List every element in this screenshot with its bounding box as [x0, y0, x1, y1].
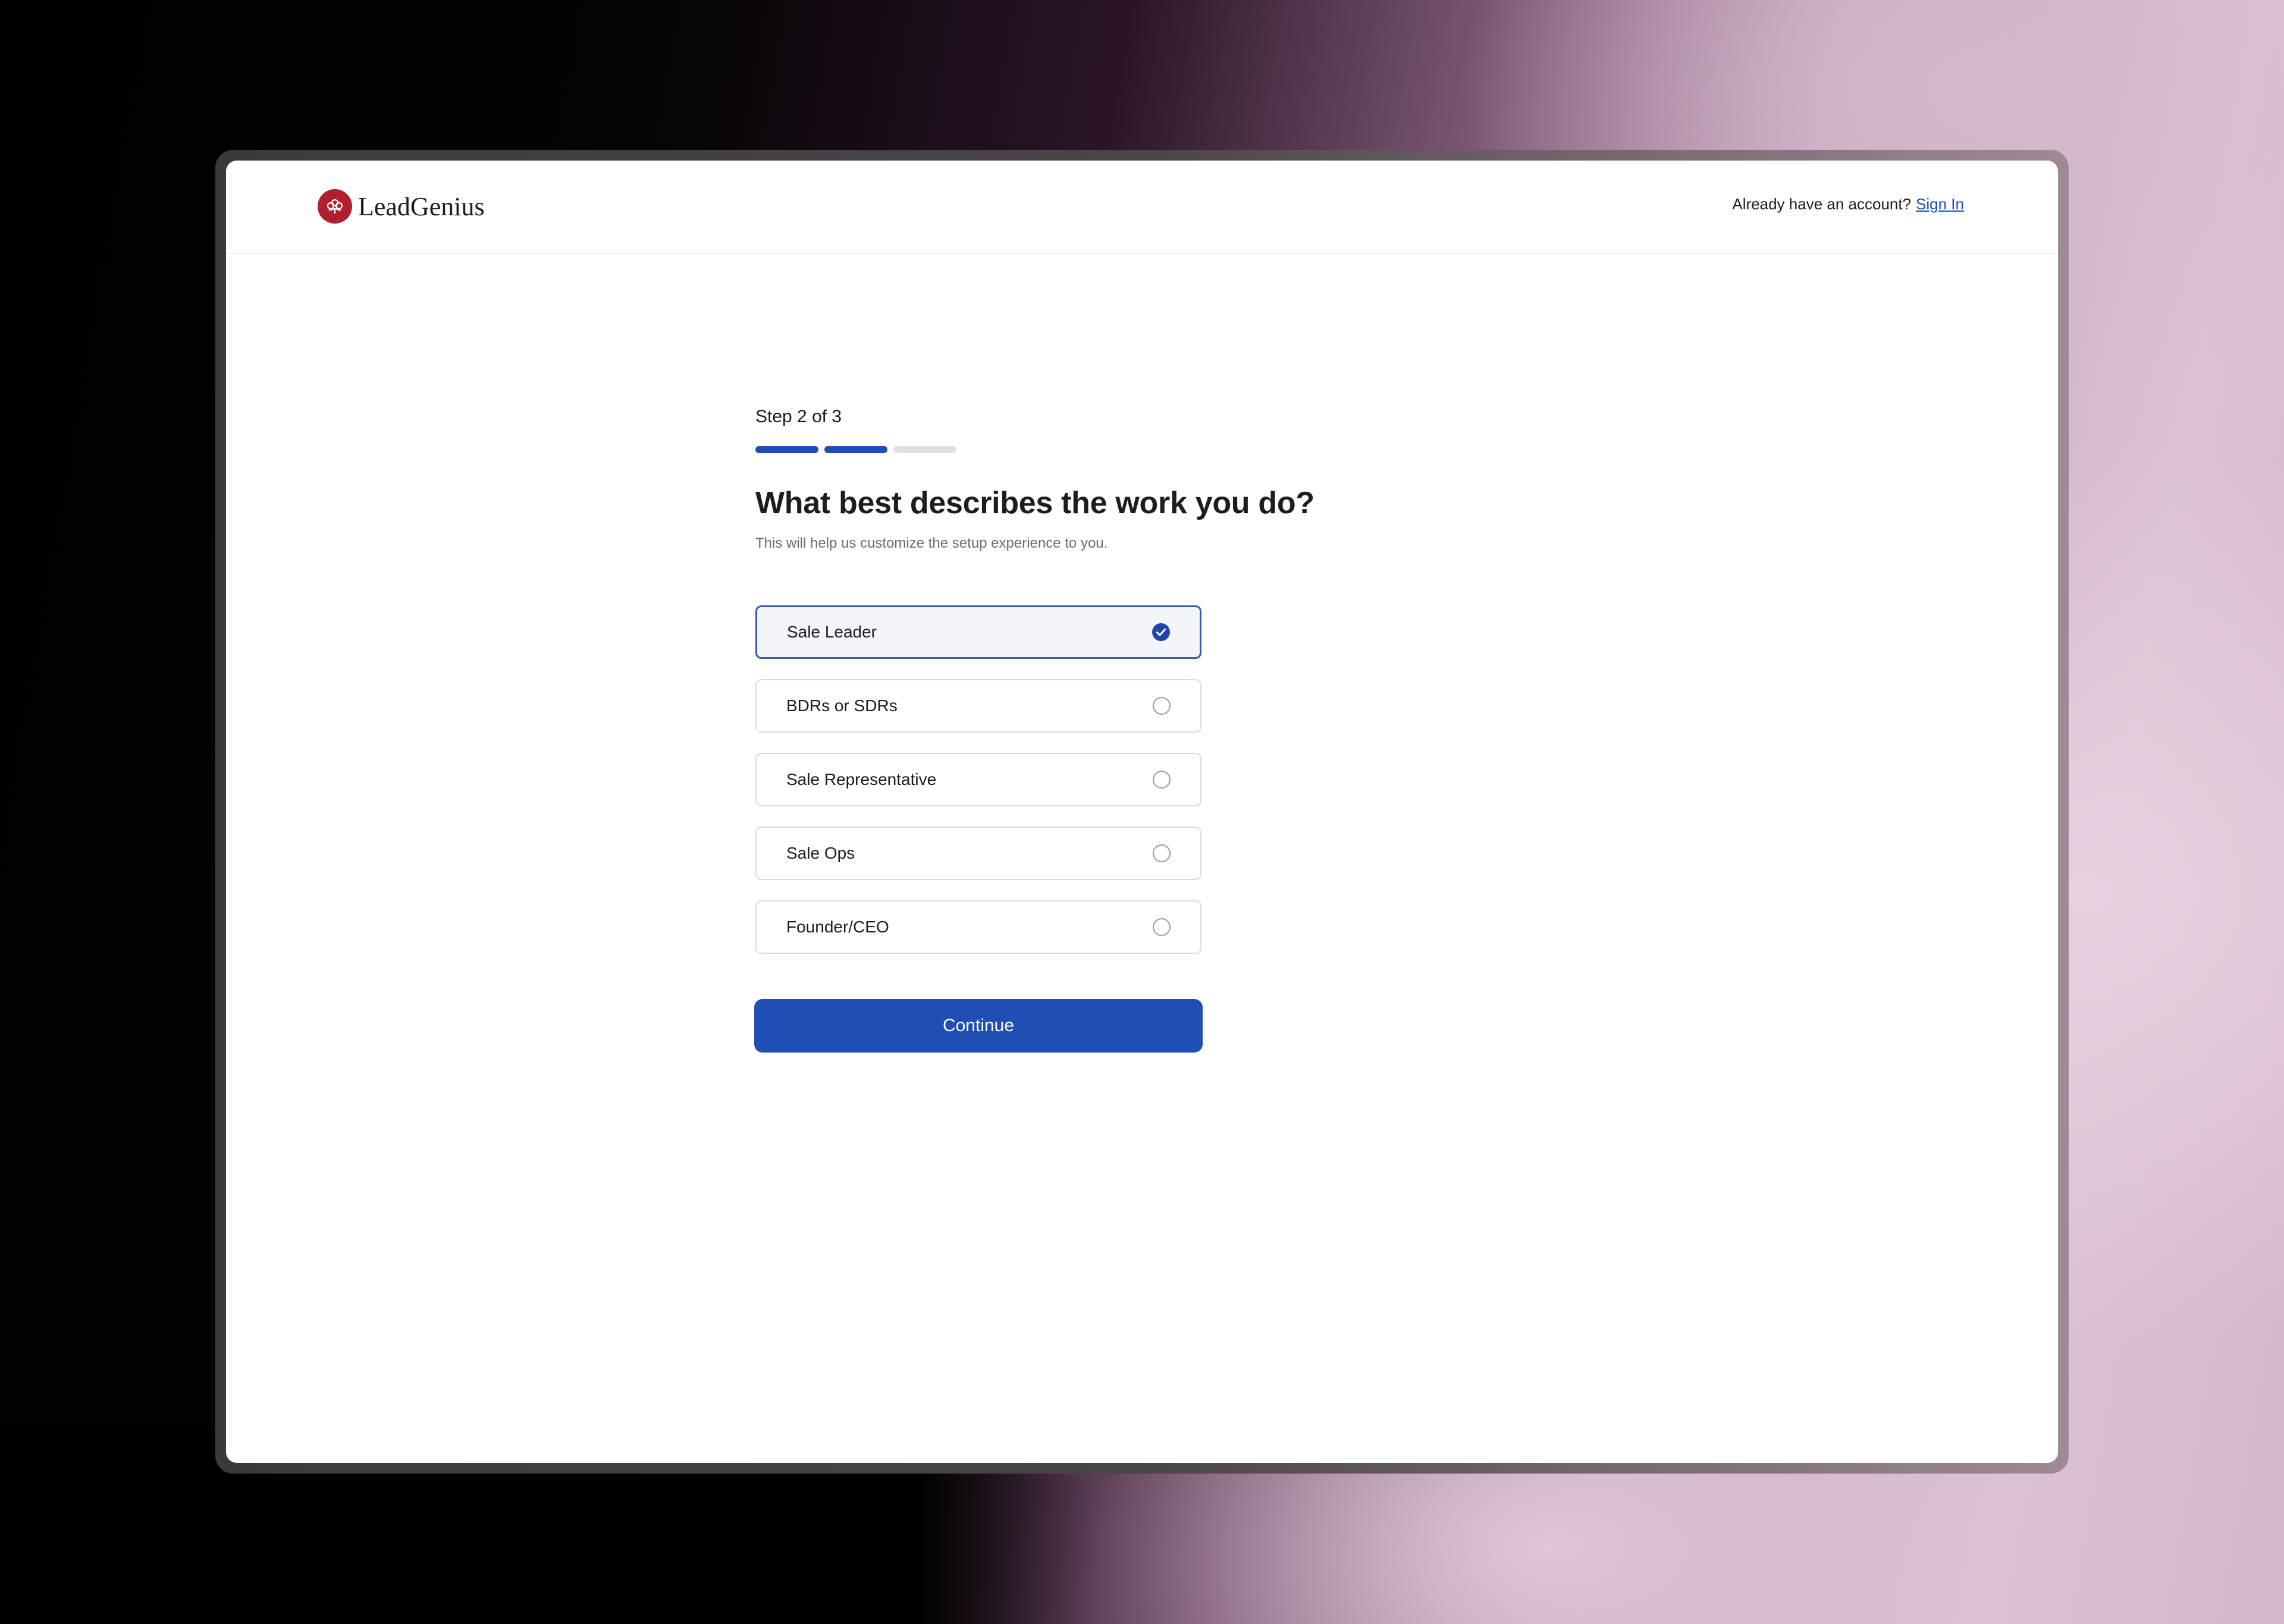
- sign-in-link[interactable]: Sign In: [1916, 195, 1964, 213]
- option-sale-representative[interactable]: Sale Representative: [755, 753, 1201, 806]
- radio-icon[interactable]: [1153, 844, 1171, 862]
- option-founder-ceo[interactable]: Founder/CEO: [755, 900, 1201, 954]
- progress-segment-1: [755, 446, 818, 453]
- progress-segment-2: [824, 446, 887, 453]
- radio-icon[interactable]: [1153, 918, 1171, 936]
- app-window: LeadGenius Already have an account? Sign …: [226, 161, 2058, 1463]
- option-label: Sale Leader: [787, 623, 877, 641]
- check-circle-icon[interactable]: [1152, 623, 1170, 641]
- option-label: BDRs or SDRs: [786, 696, 898, 715]
- continue-button[interactable]: Continue: [754, 999, 1203, 1053]
- option-sale-ops[interactable]: Sale Ops: [755, 827, 1201, 880]
- signin-prompt-row: Already have an account? Sign In: [1732, 195, 1964, 213]
- role-options: Sale Leader BDRs or SDRs Sale Representa…: [755, 605, 1201, 974]
- signin-prompt: Already have an account?: [1732, 195, 1912, 213]
- option-bdrs-or-sdrs[interactable]: BDRs or SDRs: [755, 679, 1201, 733]
- radio-icon[interactable]: [1153, 697, 1171, 715]
- option-sale-leader[interactable]: Sale Leader: [755, 605, 1201, 659]
- top-header: LeadGenius Already have an account? Sign …: [226, 161, 2058, 254]
- leadgenius-logo-icon: [318, 189, 352, 224]
- brand-name: LeadGenius: [358, 191, 485, 221]
- brand-logo[interactable]: LeadGenius: [318, 189, 485, 224]
- step-progress-bar: [755, 446, 956, 453]
- progress-segment-3: [893, 446, 956, 453]
- radio-icon[interactable]: [1153, 771, 1171, 789]
- helper-text: This will help us customize the setup ex…: [755, 535, 1108, 551]
- option-label: Sale Ops: [786, 844, 855, 862]
- step-indicator: Step 2 of 3: [755, 407, 842, 426]
- option-label: Founder/CEO: [786, 918, 889, 936]
- option-label: Sale Representative: [786, 770, 937, 789]
- page-title: What best describes the work you do?: [755, 486, 1314, 520]
